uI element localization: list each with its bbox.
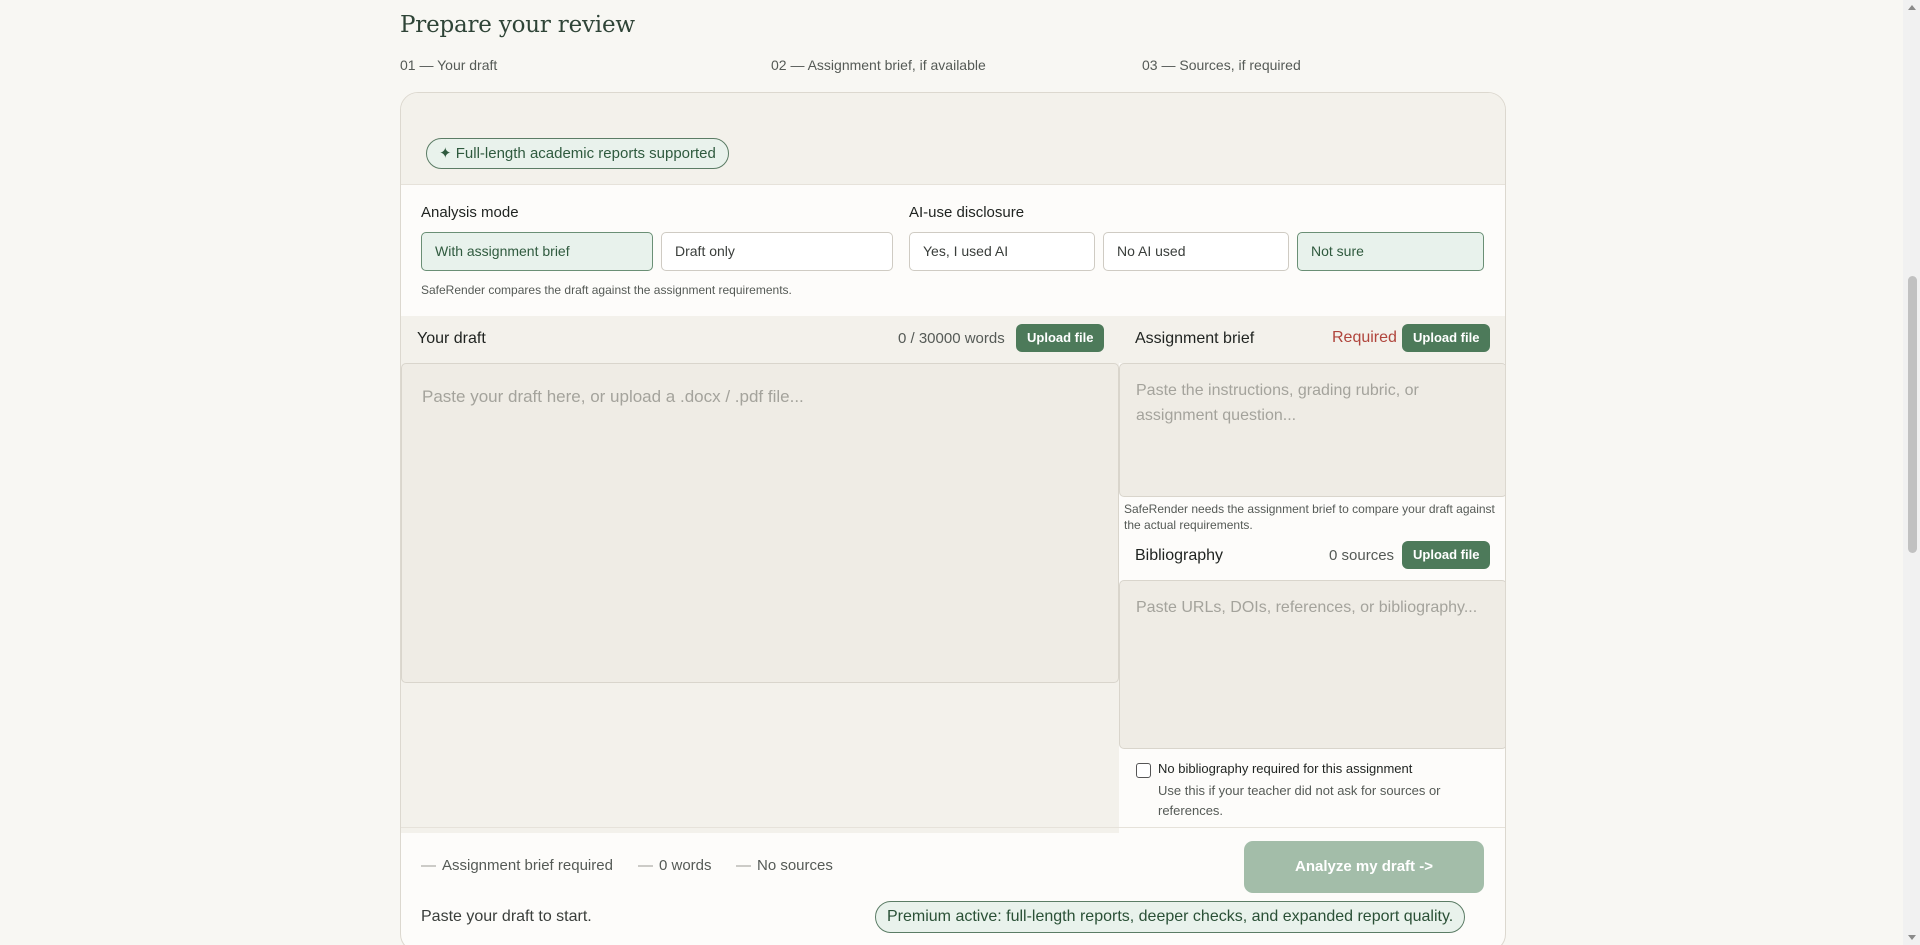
- footer-status: Paste your draft to start.: [421, 908, 592, 925]
- bibliography-title: Bibliography: [1135, 547, 1224, 564]
- premium-badge: Premium active: full-length reports, dee…: [875, 901, 1466, 933]
- scrollbar-thumb[interactable]: [1908, 276, 1917, 553]
- stat-brief-text: Assignment brief required: [442, 857, 613, 874]
- stat-word-count: — 0 words: [638, 857, 712, 874]
- no-bibliography-label: No bibliography required for this assign…: [1158, 761, 1413, 776]
- brief-textarea[interactable]: Paste the instructions, grading rubric, …: [1119, 363, 1505, 497]
- review-card: ✦ Full-length academic reports supported…: [400, 92, 1506, 945]
- draft-panel-title: Your draft: [417, 330, 486, 347]
- brief-panel-title: Assignment brief: [1135, 330, 1255, 347]
- stat-dash: —: [736, 857, 751, 874]
- step-2: 02 — Assignment brief, if available: [771, 57, 986, 73]
- brief-required-label: Required: [1332, 329, 1397, 346]
- mode-draft-only-button[interactable]: Draft only: [661, 232, 893, 271]
- card-banner: ✦ Full-length academic reports supported: [401, 93, 1505, 185]
- bibliography-source-count: 0 sources: [1329, 547, 1395, 564]
- stat-words-text: 0 words: [659, 857, 712, 874]
- page-title: Prepare your review: [400, 12, 635, 38]
- analysis-mode-label: Analysis mode: [421, 204, 519, 221]
- bibliography-textarea[interactable]: Paste URLs, DOIs, references, or bibliog…: [1119, 580, 1505, 749]
- analysis-mode-hint: SafeRender compares the draft against th…: [421, 283, 792, 297]
- ai-disclosure-label: AI-use disclosure: [909, 204, 1025, 221]
- brief-upload-button[interactable]: Upload file: [1402, 324, 1491, 352]
- stat-dash: —: [638, 857, 653, 874]
- no-bibliography-hint: Use this if your teacher did not ask for…: [1158, 783, 1441, 818]
- brief-hint: SafeRender needs the assignment brief to…: [1124, 502, 1495, 532]
- step-3: 03 — Sources, if required: [1142, 57, 1301, 73]
- analyze-draft-button[interactable]: Analyze my draft ->: [1244, 841, 1484, 893]
- scroll-up-icon[interactable]: [1908, 5, 1916, 10]
- step-1: 01 — Your draft: [400, 57, 498, 73]
- no-bibliography-checkbox[interactable]: [1136, 763, 1151, 778]
- stat-brief-required: — Assignment brief required: [421, 857, 613, 874]
- scroll-down-icon[interactable]: [1908, 935, 1916, 940]
- stat-sources-text: No sources: [757, 857, 833, 874]
- draft-panel-header: [401, 316, 1119, 363]
- bibliography-upload-button[interactable]: Upload file: [1402, 541, 1491, 569]
- draft-upload-button[interactable]: Upload file: [1016, 324, 1105, 352]
- ai-no-button[interactable]: No AI used: [1103, 232, 1289, 271]
- stat-dash: —: [421, 857, 436, 874]
- mode-with-brief-button[interactable]: With assignment brief: [421, 232, 653, 271]
- full-length-support-badge: ✦ Full-length academic reports supported: [426, 138, 729, 169]
- footer-divider: [401, 827, 1505, 828]
- ai-yes-button[interactable]: Yes, I used AI: [909, 232, 1095, 271]
- ai-not-sure-button[interactable]: Not sure: [1297, 232, 1484, 271]
- stat-sources: — No sources: [736, 857, 833, 874]
- page-scrollbar[interactable]: [1903, 0, 1920, 945]
- draft-word-count: 0 / 30000 words: [898, 330, 1005, 347]
- draft-textarea[interactable]: Paste your draft here, or upload a .docx…: [401, 363, 1119, 683]
